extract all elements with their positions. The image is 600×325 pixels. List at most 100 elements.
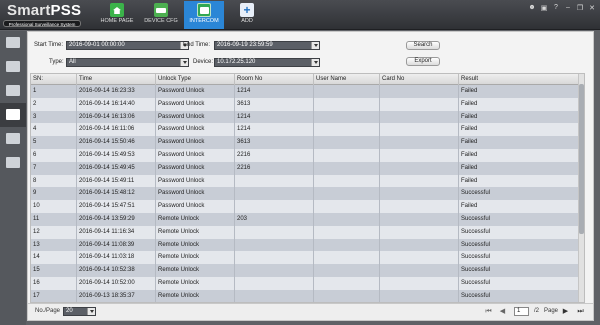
sidebar-item-contacts[interactable]: [0, 55, 26, 79]
sidebar-item-camera[interactable]: [0, 31, 26, 55]
cell-result: Failed: [459, 200, 584, 213]
column-header-result[interactable]: Result: [459, 74, 584, 85]
cell-room-no: [235, 251, 314, 265]
page-number-input[interactable]: 1: [514, 307, 529, 316]
intercom-icon: [197, 3, 211, 17]
cell-unlock-type: Password Unlock: [156, 85, 235, 98]
start-time-value: 2016-09-01 00:00:00: [69, 42, 125, 48]
cell-unlock-type: Remote Unlock: [156, 276, 235, 290]
tab-add[interactable]: + ADD: [227, 1, 267, 29]
table-row[interactable]: 12 2016-09-14 11:16:34 Remote Unlock Succes…: [31, 225, 584, 239]
vertical-scrollbar[interactable]: [578, 74, 584, 302]
scrollbar-thumb[interactable]: [579, 84, 584, 234]
column-header-time[interactable]: Time: [77, 74, 156, 85]
table-row[interactable]: 8 2016-09-14 15:49:11 Password Unlock Faile…: [31, 174, 584, 188]
table-row[interactable]: 11 2016-09-14 13:59:29 Remote Unlock 203 Suc…: [31, 212, 584, 226]
column-header-user-name[interactable]: User Name: [314, 74, 380, 85]
table-row[interactable]: 1 2016-09-14 16:23:33 Password Unlock 1214 F…: [31, 85, 584, 98]
table-row[interactable]: 5 2016-09-14 15:50:46 Password Unlock 3613 F…: [31, 136, 584, 149]
cell-card-no: [380, 148, 459, 162]
sidebar-item-message[interactable]: [0, 127, 26, 151]
cell-card-no: [380, 161, 459, 175]
table-row[interactable]: 15 2016-09-14 10:52:38 Remote Unlock Succes…: [31, 264, 584, 277]
table-body: 1 2016-09-14 16:23:33 Password Unlock 1214 F…: [31, 85, 584, 302]
table-row[interactable]: 6 2016-09-14 15:49:53 Password Unlock 2216 F…: [31, 148, 584, 162]
per-page-select[interactable]: 20: [63, 307, 96, 316]
table-row[interactable]: 4 2016-09-14 16:11:06 Password Unlock 1214 F…: [31, 123, 584, 137]
sidebar-item-building[interactable]: [0, 151, 26, 175]
table-row[interactable]: 16 2016-09-14 10:52:00 Remote Unlock Succes…: [31, 276, 584, 290]
column-header-unlock-type[interactable]: Unlock Type: [156, 74, 235, 85]
cell-time: 2016-09-14 13:59:29: [77, 212, 156, 226]
message-icon: [6, 133, 20, 144]
cell-result: Failed: [459, 162, 584, 175]
search-button[interactable]: Search: [406, 41, 440, 50]
cell-sn: 2: [31, 97, 77, 111]
cell-sn: 9: [31, 187, 77, 201]
column-header-room-no[interactable]: Room No: [235, 74, 314, 85]
cell-card-no: [380, 136, 459, 149]
start-time-field[interactable]: 2016-09-01 00:00:00: [66, 41, 189, 50]
chevron-down-icon[interactable]: [311, 42, 319, 49]
tab-home-page[interactable]: HOME PAGE: [97, 1, 137, 29]
chevron-down-icon[interactable]: [180, 59, 188, 66]
cell-card-no: [380, 251, 459, 265]
chevron-down-icon[interactable]: [311, 59, 319, 66]
table-row[interactable]: 14 2016-09-14 11:03:18 Remote Unlock Succes…: [31, 251, 584, 265]
cell-card-no: [380, 110, 459, 124]
cell-result: Failed: [459, 123, 584, 136]
cell-card-no: [380, 276, 459, 290]
minimize-icon[interactable]: –: [564, 4, 572, 12]
table-row[interactable]: 3 2016-09-14 16:13:06 Password Unlock 1214 F…: [31, 110, 584, 124]
table-row[interactable]: 13 2016-09-14 11:08:39 Remote Unlock Succes…: [31, 238, 584, 252]
cell-result: Failed: [459, 149, 584, 162]
type-select[interactable]: All: [66, 58, 189, 67]
cell-result: Successful: [459, 290, 584, 302]
cell-time: 2016-09-14 10:52:38: [77, 264, 156, 277]
cell-sn: 14: [31, 251, 77, 265]
table-row[interactable]: 2 2016-09-14 16:14:40 Password Unlock 3613 F…: [31, 97, 584, 111]
close-icon[interactable]: ✕: [588, 4, 596, 12]
app-logo: SmartPSS Professional Surveillance Syste…: [3, 2, 81, 28]
chevron-down-icon[interactable]: [87, 308, 95, 315]
cell-unlock-type: Remote Unlock: [156, 251, 235, 265]
sidebar-item-unlock-record[interactable]: [0, 103, 26, 127]
first-page-icon[interactable]: ⏮: [484, 307, 493, 316]
table-row[interactable]: 10 2016-09-14 15:47:51 Password Unlock Fail…: [31, 200, 584, 213]
sidebar-item-call-log[interactable]: [0, 79, 26, 103]
unlock-record-table: SN: Time Unlock Type Room No User Name C…: [30, 73, 585, 303]
cell-unlock-type: Remote Unlock: [156, 238, 235, 252]
user-icon[interactable]: ☻: [528, 4, 536, 12]
cell-room-no: [235, 276, 314, 290]
cell-result: Successful: [459, 226, 584, 239]
next-page-icon[interactable]: ▶: [561, 307, 570, 316]
lock-icon[interactable]: ▣: [540, 4, 548, 12]
tab-intercom[interactable]: INTERCOM: [184, 1, 224, 29]
table-row[interactable]: 7 2016-09-14 15:49:45 Password Unlock 2216 F…: [31, 161, 584, 175]
cell-user-name: [314, 238, 380, 252]
device-select[interactable]: 10.172.25.120: [214, 58, 320, 67]
column-header-sn[interactable]: SN:: [31, 74, 77, 85]
restore-icon[interactable]: ❐: [576, 4, 584, 12]
help-icon[interactable]: ?: [552, 4, 560, 12]
page-label: Page: [544, 308, 559, 314]
cell-unlock-type: Remote Unlock: [156, 212, 235, 226]
table-header: SN: Time Unlock Type Room No User Name C…: [31, 74, 584, 85]
last-page-icon[interactable]: ⏭: [576, 307, 585, 316]
cell-sn: 11: [31, 212, 77, 226]
cell-card-no: [380, 238, 459, 252]
column-header-card-no[interactable]: Card No: [380, 74, 459, 85]
cell-user-name: [314, 251, 380, 265]
tab-device-cfg[interactable]: DEVICE CFG: [141, 1, 181, 29]
cell-time: 2016-09-14 16:23:33: [77, 85, 156, 98]
cell-card-no: [380, 264, 459, 277]
cell-room-no: [235, 174, 314, 188]
cell-result: Successful: [459, 187, 584, 200]
table-row[interactable]: 17 2016-09-13 18:35:37 Remote Unlock Succes…: [31, 289, 584, 302]
prev-page-icon[interactable]: ◀: [498, 307, 507, 316]
export-button[interactable]: Export: [406, 57, 440, 66]
cell-room-no: 203: [235, 212, 314, 226]
table-row[interactable]: 9 2016-09-14 15:48:12 Password Unlock Succe…: [31, 187, 584, 201]
end-time-field[interactable]: 2016-09-19 23:59:59: [214, 41, 320, 50]
total-pages: /2: [534, 308, 540, 314]
